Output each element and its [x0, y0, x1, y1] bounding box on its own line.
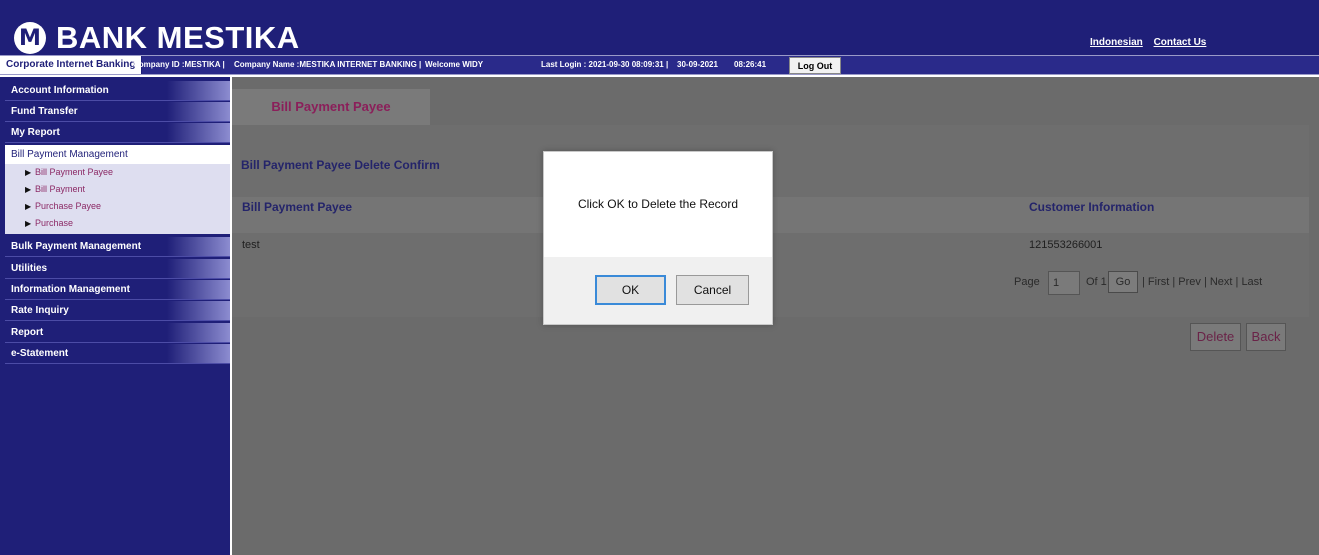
bill-payment-submenu: ▶ Bill Payment Payee ▶ Bill Payment ▶ Pu… — [5, 164, 230, 234]
logo-mark-icon: M — [14, 22, 46, 54]
sidebar-item-my-report[interactable]: My Report — [5, 123, 230, 143]
sidebar-item-fund-transfer[interactable]: Fund Transfer — [5, 102, 230, 122]
submenu-item-bill-payment-payee[interactable]: ▶ Bill Payment Payee — [5, 164, 230, 181]
delete-button[interactable]: Delete — [1190, 323, 1241, 351]
table-cell-payee: test — [242, 239, 260, 251]
triangle-right-icon: ▶ — [25, 219, 32, 228]
back-button[interactable]: Back — [1246, 323, 1286, 351]
welcome-text: Welcome WIDY — [425, 60, 484, 69]
dialog-button-bar: OK Cancel — [544, 257, 772, 324]
submenu-label: Bill Payment Payee — [35, 167, 114, 177]
ok-button[interactable]: OK — [595, 275, 666, 305]
sidebar: Account Information Fund Transfer My Rep… — [0, 77, 230, 555]
dialog-body: Click OK to Delete the Record — [544, 152, 772, 257]
top-links: Indonesian Contact Us — [1090, 37, 1214, 48]
sidebar-item-rate-inquiry[interactable]: Rate Inquiry — [5, 301, 230, 321]
bank-logo: M BANK MESTIKA — [14, 20, 300, 55]
language-link[interactable]: Indonesian — [1090, 37, 1143, 48]
page-label: Page — [1014, 276, 1040, 288]
submenu-label: Purchase — [35, 218, 74, 228]
header-bar: M BANK MESTIKA Indonesian Contact Us — [0, 0, 1319, 55]
cancel-button[interactable]: Cancel — [676, 275, 749, 305]
sidebar-item-e-statement[interactable]: e-Statement — [5, 344, 230, 364]
table-cell-customer-information: 121553266001 — [1029, 239, 1103, 251]
dialog-message: Click OK to Delete the Record — [577, 197, 739, 211]
logout-button[interactable]: Log Out — [789, 57, 841, 74]
tab-bill-payment-payee[interactable]: Bill Payment Payee — [232, 89, 430, 125]
sidebar-item-bulk-payment-management[interactable]: Bulk Payment Management — [5, 237, 230, 257]
main-content: Bill Payment Payee Bill Payment Payee De… — [232, 77, 1319, 555]
confirm-delete-dialog: Click OK to Delete the Record OK Cancel — [543, 151, 773, 325]
column-header-payee: Bill Payment Payee — [242, 200, 353, 214]
page-title: Bill Payment Payee Delete Confirm — [241, 158, 440, 172]
company-name: Company Name :MESTIKA INTERNET BANKING | — [234, 60, 422, 69]
submenu-item-purchase-payee[interactable]: ▶ Purchase Payee — [5, 198, 230, 215]
sidebar-item-utilities[interactable]: Utilities — [5, 259, 230, 279]
sidebar-item-bill-payment-management[interactable]: Bill Payment Management — [5, 145, 230, 165]
bank-name: BANK MESTIKA — [56, 20, 300, 55]
column-header-customer-information: Customer Information — [1029, 200, 1155, 214]
triangle-right-icon: ▶ — [25, 202, 32, 211]
submenu-item-bill-payment[interactable]: ▶ Bill Payment — [5, 181, 230, 198]
current-date: 30-09-2021 — [677, 60, 718, 69]
submenu-label: Purchase Payee — [35, 201, 102, 211]
submenu-label: Bill Payment — [35, 184, 86, 194]
company-id: Company ID :MESTIKA | — [133, 60, 225, 69]
sidebar-item-report[interactable]: Report — [5, 323, 230, 343]
triangle-right-icon: ▶ — [25, 168, 32, 177]
triangle-right-icon: ▶ — [25, 185, 32, 194]
submenu-item-purchase[interactable]: ▶ Purchase — [5, 215, 230, 232]
pagination-links[interactable]: | First | Prev | Next | Last — [1142, 276, 1262, 288]
sidebar-item-account-information[interactable]: Account Information — [5, 81, 230, 101]
current-time: 08:26:41 — [734, 60, 767, 69]
page-total: Of 1 — [1086, 276, 1107, 288]
go-button[interactable]: Go — [1108, 271, 1138, 293]
page-number-input[interactable]: 1 — [1048, 271, 1080, 295]
contact-us-link[interactable]: Contact Us — [1154, 37, 1207, 48]
pagination: Page 1 Of 1 Go | First | Prev | Next | L… — [1014, 271, 1306, 295]
session-info-bar: Corporate Internet Banking Company ID :M… — [0, 55, 1319, 75]
product-label: Corporate Internet Banking — [0, 56, 143, 74]
last-login: Last Login : 2021-09-30 08:09:31 | — [541, 60, 669, 69]
sidebar-item-information-management[interactable]: Information Management — [5, 280, 230, 300]
